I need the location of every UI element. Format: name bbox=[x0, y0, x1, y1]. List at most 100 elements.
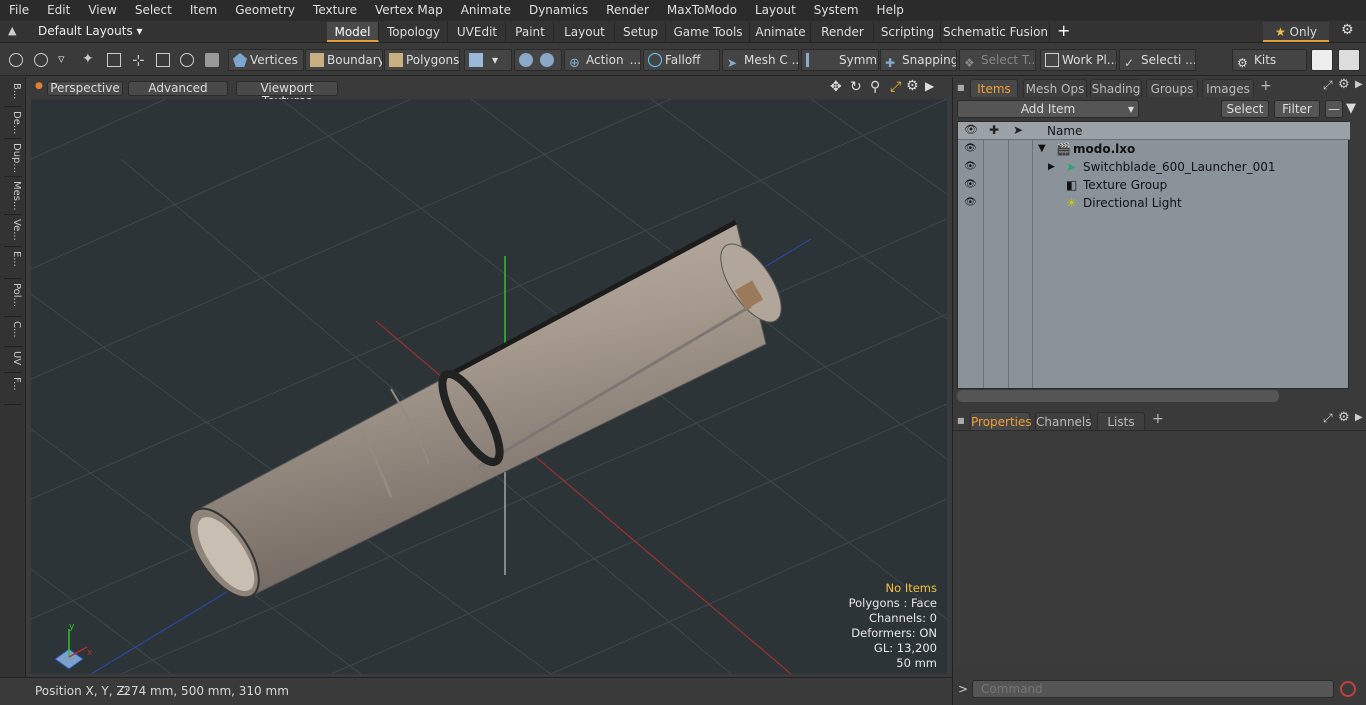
tab-render[interactable]: Render bbox=[812, 22, 874, 42]
left-tab-vertex[interactable]: Ve... bbox=[4, 217, 22, 247]
tab-lists[interactable]: Lists bbox=[1097, 412, 1145, 430]
menu-dynamics[interactable]: Dynamics bbox=[520, 0, 597, 21]
select-circle-icon[interactable] bbox=[9, 53, 23, 67]
boundary-button[interactable]: Boundary bbox=[305, 49, 383, 71]
funnel-icon[interactable]: ▼ bbox=[1346, 101, 1356, 116]
perspective-button[interactable]: Perspective bbox=[47, 81, 123, 96]
panel-gear-icon[interactable]: ⚙ bbox=[1338, 410, 1350, 425]
filter-button[interactable]: Filter bbox=[1274, 100, 1320, 118]
zoom-icon[interactable]: ⚲ bbox=[870, 79, 880, 95]
menu-geometry[interactable]: Geometry bbox=[226, 0, 304, 21]
menu-help[interactable]: Help bbox=[868, 0, 913, 21]
tab-properties[interactable]: Properties bbox=[970, 412, 1032, 430]
polygons-button[interactable]: Polygons bbox=[384, 49, 460, 71]
list-item[interactable]: 👁 ▼ 🎬 modo.lxo bbox=[958, 140, 1350, 158]
menu-edit[interactable]: Edit bbox=[38, 0, 79, 21]
list-item[interactable]: 👁 ◧ Texture Group bbox=[958, 176, 1350, 194]
name-column-header[interactable]: Name bbox=[1047, 124, 1082, 138]
move-icon[interactable]: ✥ bbox=[830, 79, 842, 95]
tab-groups[interactable]: Groups bbox=[1146, 79, 1198, 97]
lasso-icon[interactable]: ✦ bbox=[82, 51, 94, 67]
menu-render[interactable]: Render bbox=[597, 0, 658, 21]
collapse-arrow-icon[interactable]: ▲ bbox=[8, 24, 16, 37]
viewport-settings-icon[interactable]: ⚙ bbox=[906, 78, 919, 94]
viewport-textures-button[interactable]: Viewport Textures bbox=[236, 81, 338, 108]
eye-icon[interactable]: 👁 bbox=[964, 143, 977, 155]
select-through-button[interactable]: ❖ Select T... bbox=[959, 49, 1036, 71]
item-mode-button[interactable]: ▾ bbox=[464, 49, 512, 71]
mesh-constraints-button[interactable]: ➤ Mesh C ... bbox=[722, 49, 799, 71]
only-toggle[interactable]: ★ Only bbox=[1263, 22, 1329, 42]
list-item[interactable]: 👁 ▶ ➤ Switchblade_600_Launcher_001 bbox=[958, 158, 1350, 176]
horizontal-scrollbar[interactable] bbox=[957, 390, 1279, 402]
frame-icon[interactable] bbox=[156, 53, 170, 67]
tab-setup[interactable]: Setup bbox=[616, 22, 666, 42]
eye-icon[interactable]: 👁 bbox=[964, 197, 977, 209]
left-tab-fusion[interactable]: F... bbox=[4, 375, 22, 405]
add-tab-icon[interactable]: + bbox=[1057, 21, 1070, 40]
unreal-icon[interactable] bbox=[1338, 49, 1360, 71]
gear-icon[interactable]: ⚙ bbox=[1341, 22, 1354, 38]
panel-gear-icon[interactable]: ⚙ bbox=[1338, 77, 1350, 92]
vertices-button[interactable]: Vertices bbox=[228, 49, 304, 71]
3d-viewport[interactable]: y x No Items Polygons : Face Channels: 0… bbox=[31, 99, 947, 674]
tab-topology[interactable]: Topology bbox=[380, 22, 448, 42]
panel-menu-icon[interactable]: ▶ bbox=[1355, 412, 1363, 423]
center-icon[interactable]: ⊹ bbox=[132, 51, 145, 69]
tab-shading[interactable]: Shading bbox=[1090, 79, 1142, 97]
locator-header-icon[interactable]: ➤ bbox=[1013, 123, 1023, 137]
tab-mesh-ops[interactable]: Mesh Ops bbox=[1023, 79, 1087, 97]
tab-layout[interactable]: Layout bbox=[555, 22, 615, 42]
add-tab-icon[interactable]: + bbox=[1260, 78, 1272, 94]
panel-dot-icon[interactable]: ■ bbox=[957, 416, 965, 425]
timer-icon[interactable] bbox=[180, 53, 194, 67]
kits-button[interactable]: ⚙ Kits bbox=[1232, 49, 1307, 71]
menu-item[interactable]: Item bbox=[181, 0, 226, 21]
left-tab-deform[interactable]: De... bbox=[4, 109, 22, 139]
menu-view[interactable]: View bbox=[79, 0, 125, 21]
panel-menu-icon[interactable]: ▶ bbox=[1355, 79, 1363, 90]
layout-dropdown[interactable]: Default Layouts ▾ bbox=[38, 24, 143, 38]
menu-vertex-map[interactable]: Vertex Map bbox=[366, 0, 452, 21]
viewport-menu-icon[interactable]: ▶ bbox=[925, 79, 934, 93]
menu-animate[interactable]: Animate bbox=[452, 0, 520, 21]
panel-dot-icon[interactable]: ■ bbox=[957, 83, 965, 92]
advanced-button[interactable]: Advanced bbox=[128, 81, 228, 96]
menu-system[interactable]: System bbox=[805, 0, 868, 21]
tab-channels[interactable]: Channels bbox=[1035, 412, 1092, 430]
tab-scripting[interactable]: Scripting bbox=[875, 22, 941, 42]
align-icon[interactable] bbox=[107, 53, 121, 67]
expand-arrow-icon[interactable]: ▶ bbox=[1048, 158, 1055, 176]
left-tab-edge[interactable]: E... bbox=[4, 249, 22, 279]
tab-animate[interactable]: Animate bbox=[751, 22, 811, 42]
select-button[interactable]: Select bbox=[1221, 100, 1269, 118]
tab-model[interactable]: Model bbox=[327, 22, 379, 42]
globe-icon[interactable] bbox=[34, 53, 48, 67]
material-mode-button[interactable] bbox=[514, 49, 562, 71]
viewport-dot-icon[interactable]: ● bbox=[35, 81, 43, 91]
selection-sets-button[interactable]: ✓ Selecti ... bbox=[1119, 49, 1196, 71]
unity-icon[interactable] bbox=[1311, 49, 1333, 71]
menu-file[interactable]: File bbox=[0, 0, 38, 21]
left-tab-curve[interactable]: C... bbox=[4, 319, 22, 347]
snapping-button[interactable]: ✚ Snapping bbox=[880, 49, 957, 71]
rotate-icon[interactable]: ↻ bbox=[850, 79, 862, 95]
left-tab-mesh[interactable]: Mes... bbox=[4, 179, 22, 215]
menu-layout[interactable]: Layout bbox=[746, 0, 805, 21]
menu-maxtomodo[interactable]: MaxToModo bbox=[658, 0, 746, 21]
tab-images[interactable]: Images bbox=[1202, 79, 1254, 97]
cube-icon[interactable] bbox=[205, 53, 219, 67]
action-center-button[interactable]: ⊕ Action... bbox=[564, 49, 641, 71]
left-tab-uv[interactable]: UV bbox=[4, 349, 22, 373]
pen-icon[interactable]: ▿ bbox=[58, 52, 65, 67]
visibility-header-icon[interactable]: 👁 bbox=[964, 123, 978, 136]
add-tab-icon[interactable]: + bbox=[1152, 411, 1164, 427]
menu-select[interactable]: Select bbox=[126, 0, 181, 21]
record-icon[interactable] bbox=[1340, 681, 1356, 697]
tab-schematic-fusion[interactable]: Schematic Fusion bbox=[942, 22, 1050, 42]
left-tab-polygon[interactable]: Pol... bbox=[4, 281, 22, 317]
maximize-icon[interactable]: ⤢ bbox=[890, 79, 901, 95]
add-item-button[interactable]: Add Item ▾ bbox=[957, 100, 1139, 118]
lock-header-icon[interactable]: ✚ bbox=[989, 123, 999, 137]
command-input[interactable] bbox=[972, 680, 1334, 698]
